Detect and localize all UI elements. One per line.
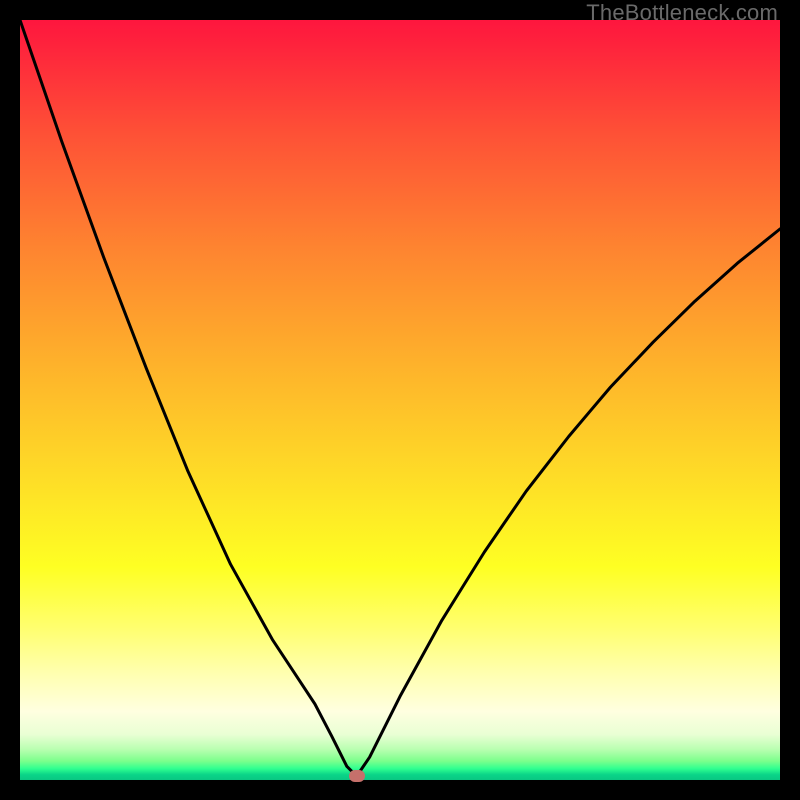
chart-frame bbox=[20, 20, 780, 780]
curve-minimum-marker bbox=[349, 770, 365, 782]
curve-right-branch bbox=[357, 229, 780, 776]
chart-curve bbox=[20, 20, 780, 780]
curve-left-branch bbox=[20, 20, 357, 776]
watermark-label: TheBottleneck.com bbox=[586, 0, 778, 26]
